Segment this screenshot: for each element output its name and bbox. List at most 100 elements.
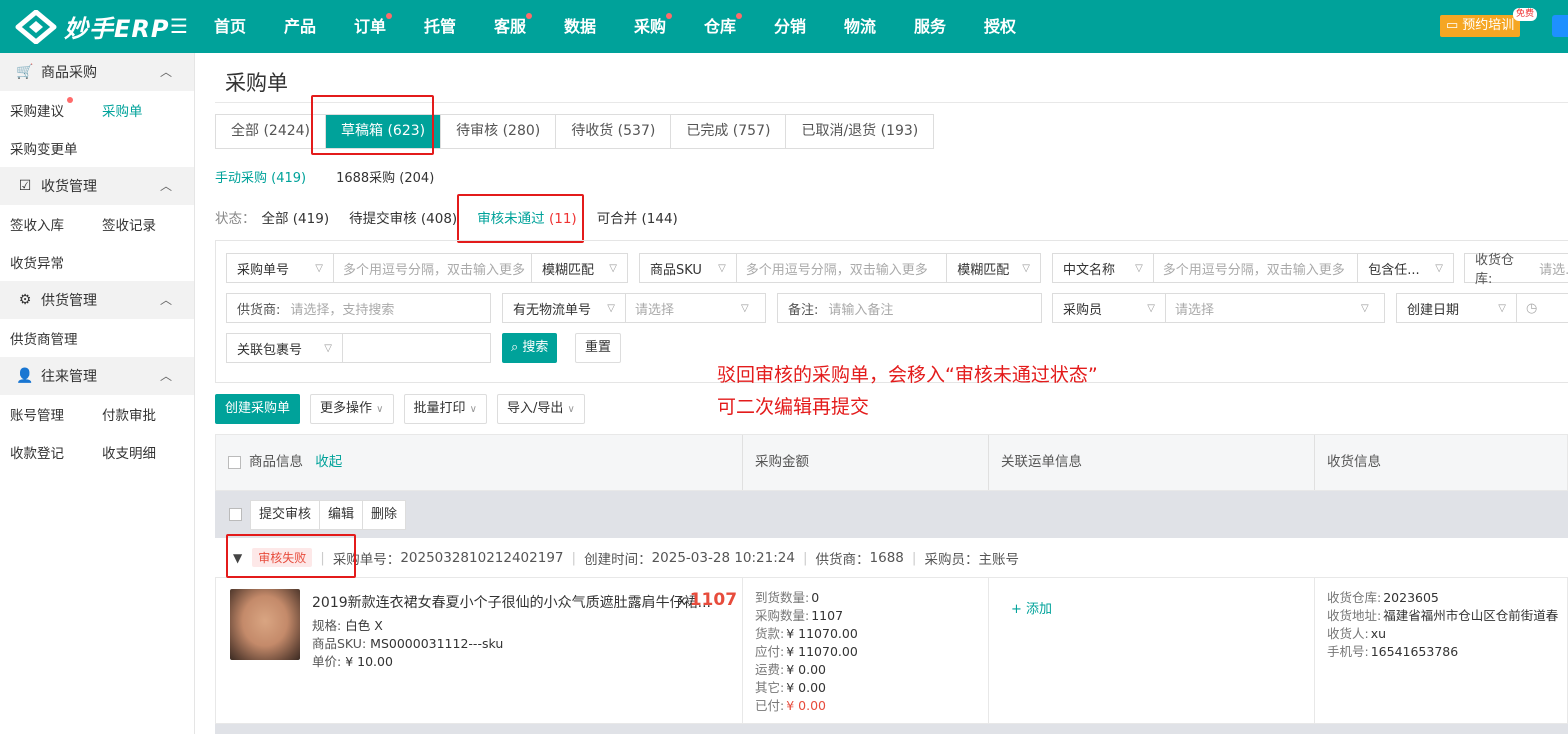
sku-input[interactable]: 多个用逗号分隔，双击输入更多 xyxy=(737,259,946,278)
clock-icon[interactable]: ◷ xyxy=(1517,301,1546,316)
user-icon: 👤 xyxy=(16,368,34,384)
menu-toggle-icon[interactable]: ☰ xyxy=(170,14,188,38)
buyer-select[interactable]: 采购员 ▽ xyxy=(1053,294,1166,322)
tab-cancelled[interactable]: 已取消/退货 (193) xyxy=(786,115,933,148)
batch-print-button[interactable]: 批量打印 ∨ xyxy=(403,394,487,424)
sidebar-item-receipt-registration[interactable]: 收款登记 xyxy=(10,442,102,462)
product-name[interactable]: 2019新款连衣裙女春夏小个子很仙的小众气质遮肚露肩牛仔裙... xyxy=(312,592,711,612)
remark-filter[interactable]: 备注: 请输入备注 xyxy=(777,293,1042,323)
tab-pending-review[interactable]: 待审核 (280) xyxy=(441,115,557,148)
chevron-down-icon: ▽ xyxy=(718,262,726,274)
sidebar-item-income-expense[interactable]: 收支明细 xyxy=(102,442,194,462)
nav-purchase[interactable]: 采购 xyxy=(615,0,685,53)
package-select[interactable]: 关联包裹号 ▽ xyxy=(227,334,343,362)
status-pending-submit[interactable]: 待提交审核 (408) xyxy=(349,207,457,227)
tab-pending-receipt[interactable]: 待收货 (537) xyxy=(556,115,672,148)
sidebar-item-supplier-management[interactable]: 供货商管理 xyxy=(10,328,102,348)
chevron-down-icon: ▽ xyxy=(1361,302,1369,314)
sku-match-select[interactable]: 模糊匹配 ▽ xyxy=(946,254,1040,282)
filter-label: 收货仓库: xyxy=(1475,253,1515,287)
product-quantity: x 1107 xyxy=(678,590,737,610)
buyer-filter: 采购员 ▽ 请选择 ▽ xyxy=(1052,293,1385,323)
training-button[interactable]: ▭ 预约培训 xyxy=(1440,15,1521,37)
po-number-input[interactable]: 多个用逗号分隔，双击输入更多 xyxy=(334,259,531,278)
more-actions-button[interactable]: 更多操作 ∨ xyxy=(310,394,394,424)
nav-service[interactable]: 客服 xyxy=(475,0,545,53)
tab-completed[interactable]: 已完成 (757) xyxy=(671,115,787,148)
kv-label: 收货人: xyxy=(1327,626,1369,641)
add-tracking-link[interactable]: + 添加 xyxy=(1011,598,1052,617)
sidebar-item-purchase-change[interactable]: 采购变更单 xyxy=(10,138,102,158)
sidebar-item-payment-approval[interactable]: 付款审批 xyxy=(102,404,194,424)
sidebar-section-product-purchase[interactable]: 🛒 商品采购 ︿ xyxy=(0,53,194,91)
tracking-select[interactable]: 有无物流单号 ▽ xyxy=(503,294,626,322)
select-all-checkbox[interactable] xyxy=(228,455,241,469)
warehouse-placeholder: 请选... xyxy=(1539,262,1568,278)
cn-name-filter: 中文名称 ▽ 多个用逗号分隔，双击输入更多 包含任... ▽ xyxy=(1052,253,1454,283)
chevron-down-icon: ∨ xyxy=(376,404,384,415)
kv-label: 到货数量: xyxy=(755,590,810,605)
cn-name-input[interactable]: 多个用逗号分隔，双击输入更多 xyxy=(1154,259,1357,278)
buyer-value-select[interactable]: 请选择 xyxy=(1166,299,1361,318)
po-match-select[interactable]: 模糊匹配 ▽ xyxy=(531,254,627,282)
nav-label: 产品 xyxy=(283,17,316,36)
receiving-address: 收货地址: 福建省福州市仓山区仓前街道春 xyxy=(1327,607,1568,625)
sku-filter: 商品SKU ▽ 多个用逗号分隔，双击输入更多 模糊匹配 ▽ xyxy=(639,253,1041,283)
date-type-select[interactable]: 创建日期 ▽ xyxy=(1397,294,1517,322)
submit-review-button[interactable]: 提交审核 xyxy=(251,500,321,529)
warehouse-filter[interactable]: 收货仓库: 请选... xyxy=(1464,253,1568,287)
nav-orders[interactable]: 订单 xyxy=(335,0,405,53)
tracking-value-select[interactable]: 请选择 xyxy=(626,299,741,318)
nav-hosting[interactable]: 托管 xyxy=(405,0,475,53)
nav-home[interactable]: 首页 xyxy=(195,0,265,53)
subtab-manual[interactable]: 手动采购 (419) xyxy=(215,167,306,186)
cn-name-match-select[interactable]: 包含任... ▽ xyxy=(1357,254,1453,282)
reset-button[interactable]: 重置 xyxy=(575,333,622,363)
sidebar-item-sign-records[interactable]: 签收记录 xyxy=(102,214,194,234)
nav-services[interactable]: 服务 xyxy=(895,0,965,53)
status-mergeable[interactable]: 可合并 (144) xyxy=(597,207,678,227)
logo-text: 妙手ERP xyxy=(64,15,170,43)
product-image[interactable] xyxy=(230,589,300,660)
status-all[interactable]: 全部 (419) xyxy=(262,207,330,227)
po-number-select[interactable]: 采购单号 ▽ xyxy=(227,254,334,282)
package-input[interactable] xyxy=(343,334,488,362)
product-spec: 规格: 白色 X xyxy=(312,615,383,634)
delete-button[interactable]: 删除 xyxy=(363,501,405,529)
sidebar-section-receiving[interactable]: ☑ 收货管理 ︿ xyxy=(0,167,194,205)
search-button[interactable]: ⌕ 搜索 xyxy=(502,333,558,363)
sidebar-section-supply[interactable]: ⚙ 供货管理 ︿ xyxy=(0,281,194,319)
nav-data[interactable]: 数据 xyxy=(545,0,615,53)
logo[interactable]: 妙手ERP xyxy=(14,9,169,44)
chevron-down-icon: ▽ xyxy=(324,342,332,354)
nav-warehouse[interactable]: 仓库 xyxy=(685,0,755,53)
kv-label: 收货仓库: xyxy=(1327,590,1382,605)
row-checkbox[interactable] xyxy=(229,508,242,521)
supplier-filter[interactable]: 供货商: 请选择，支持搜索 xyxy=(226,293,491,323)
side-panel-button[interactable] xyxy=(1552,15,1568,37)
nav-logistics[interactable]: 物流 xyxy=(825,0,895,53)
created-time: 2025-03-28 10:21:24 xyxy=(651,549,795,566)
cn-name-select[interactable]: 中文名称 ▽ xyxy=(1053,254,1154,282)
amount-purchased: 采购数量: 1107 xyxy=(755,607,988,625)
create-po-button[interactable]: 创建采购单 xyxy=(215,394,301,424)
chevron-down-icon: ▽ xyxy=(1498,302,1506,314)
edit-button[interactable]: 编辑 xyxy=(320,500,364,529)
sku-select[interactable]: 商品SKU ▽ xyxy=(640,254,737,282)
collapse-link[interactable]: 收起 xyxy=(315,454,342,470)
tab-all[interactable]: 全部 (2424) xyxy=(216,115,327,148)
chevron-down-icon: ∨ xyxy=(469,404,477,415)
nav-authorization[interactable]: 授权 xyxy=(965,0,1035,53)
separator: | xyxy=(911,549,917,566)
sidebar-section-accounts[interactable]: 👤 往来管理 ︿ xyxy=(0,357,194,395)
nav-products[interactable]: 产品 xyxy=(265,0,335,53)
nav-distribution[interactable]: 分销 xyxy=(755,0,825,53)
sidebar-item-purchase-order[interactable]: 采购单 xyxy=(102,100,194,120)
sidebar-item-account-management[interactable]: 账号管理 xyxy=(10,404,102,424)
sidebar-item-receiving-exceptions[interactable]: 收货异常 xyxy=(10,252,102,272)
chevron-up-icon: ︿ xyxy=(159,179,172,193)
import-export-button[interactable]: 导入/导出 ∨ xyxy=(496,394,585,424)
subtab-1688[interactable]: 1688采购 (204) xyxy=(336,167,434,186)
sidebar-item-sign-in-stock[interactable]: 签收入库 xyxy=(10,214,102,234)
sidebar-item-purchase-suggestion[interactable]: 采购建议 xyxy=(10,97,102,120)
